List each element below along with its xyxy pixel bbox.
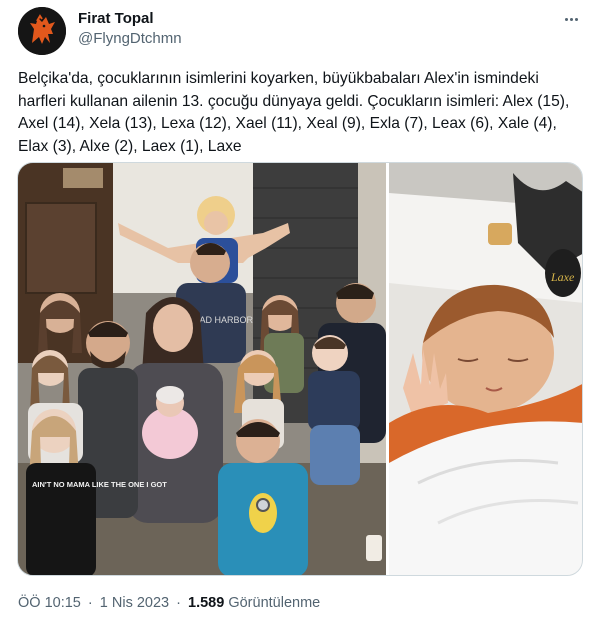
- tweet-date[interactable]: 1 Nis 2023: [100, 595, 169, 611]
- author-avatar[interactable]: [18, 7, 66, 55]
- family-group-photo[interactable]: ROAD HARBOR AIN'T NO MAMA LIKE THE ONE I…: [18, 163, 386, 576]
- tweet-time[interactable]: ÖÖ 10:15: [18, 595, 81, 611]
- tweet-text: Belçika'da, çocuklarının isimlerini koya…: [18, 70, 570, 155]
- lion-avatar-icon: [18, 7, 66, 55]
- views-label: Görüntülenme: [228, 595, 321, 611]
- newborn-baby-photo[interactable]: Laxe: [389, 163, 583, 576]
- tweet-meta: ÖÖ 10:15 · 1 Nis 2023 · 1.589 Görüntülen…: [18, 594, 320, 612]
- more-options-icon[interactable]: [560, 8, 582, 30]
- tweet-media[interactable]: ROAD HARBOR AIN'T NO MAMA LIKE THE ONE I…: [17, 162, 583, 576]
- tweet-card: Firat Topal @FlyngDtchmn Belçika'da, çoc…: [0, 0, 596, 627]
- author-handle[interactable]: @FlyngDtchmn: [78, 30, 182, 48]
- shirt-text: AIN'T NO MAMA LIKE THE ONE I GOT: [32, 480, 167, 489]
- pillow-text: Laxe: [550, 270, 575, 284]
- author-name[interactable]: Firat Topal: [78, 10, 154, 28]
- meta-separator: ·: [87, 595, 93, 611]
- meta-separator-2: ·: [176, 595, 181, 611]
- views-count[interactable]: 1.589: [188, 595, 224, 611]
